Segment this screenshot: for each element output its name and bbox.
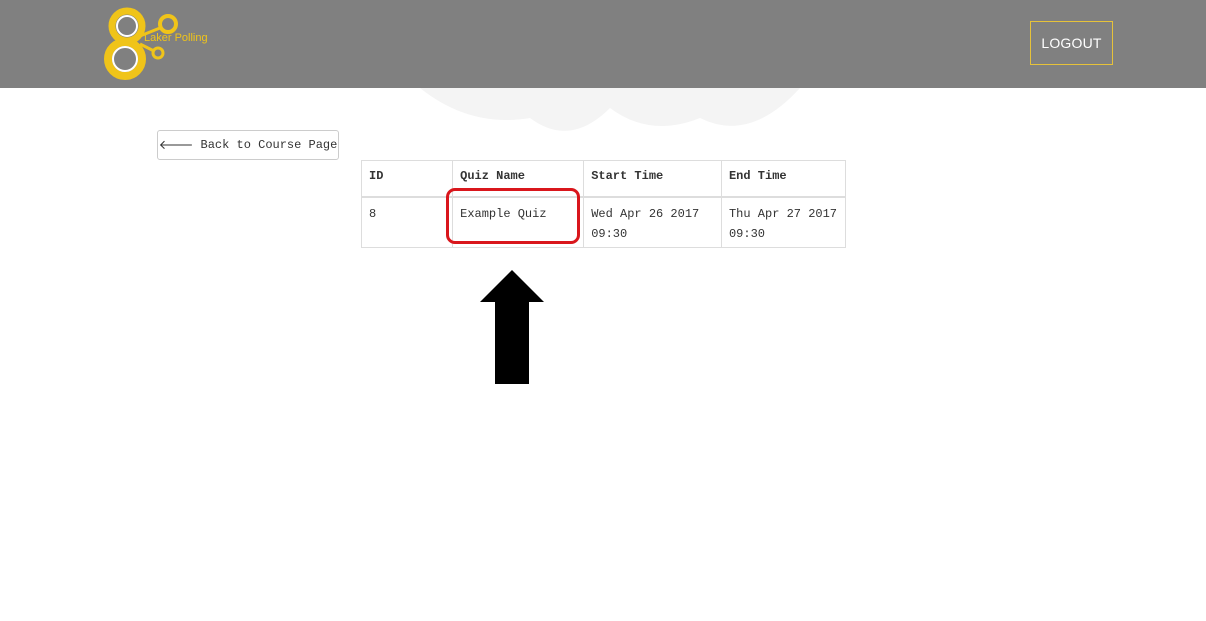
quiz-table: ID Quiz Name Start Time End Time 8 Examp… <box>360 160 847 248</box>
column-header-end-time: End Time <box>720 160 847 198</box>
top-bar: Laker Polling LOGOUT <box>0 0 1206 88</box>
column-header-start-time: Start Time <box>583 160 722 198</box>
logout-button[interactable]: LOGOUT <box>1030 21 1113 65</box>
arrow-left-icon: 🡐 <box>158 137 194 153</box>
quiz-name-cell[interactable]: Example Quiz <box>452 196 585 248</box>
column-header-quiz-name: Quiz Name <box>452 160 585 198</box>
back-to-course-button[interactable]: 🡐 Back to Course Page <box>157 130 339 160</box>
quiz-id-cell: 8 <box>360 196 454 248</box>
column-header-id: ID <box>360 160 454 198</box>
page: Laker Polling LOGOUT 🡐 Back to Course Pa… <box>0 0 1206 621</box>
arrow-up-icon <box>480 270 544 384</box>
world-map-watermark <box>420 88 800 131</box>
start-time-cell: Wed Apr 26 2017 09:30 <box>583 196 722 248</box>
back-button-label: Back to Course Page <box>200 138 338 152</box>
logo-text: Laker Polling <box>144 32 208 44</box>
table-row[interactable]: 8 Example Quiz Wed Apr 26 2017 09:30 Thu… <box>360 196 847 248</box>
end-time-cell: Thu Apr 27 2017 09:30 <box>720 196 847 248</box>
table-header-row: ID Quiz Name Start Time End Time <box>360 160 847 198</box>
